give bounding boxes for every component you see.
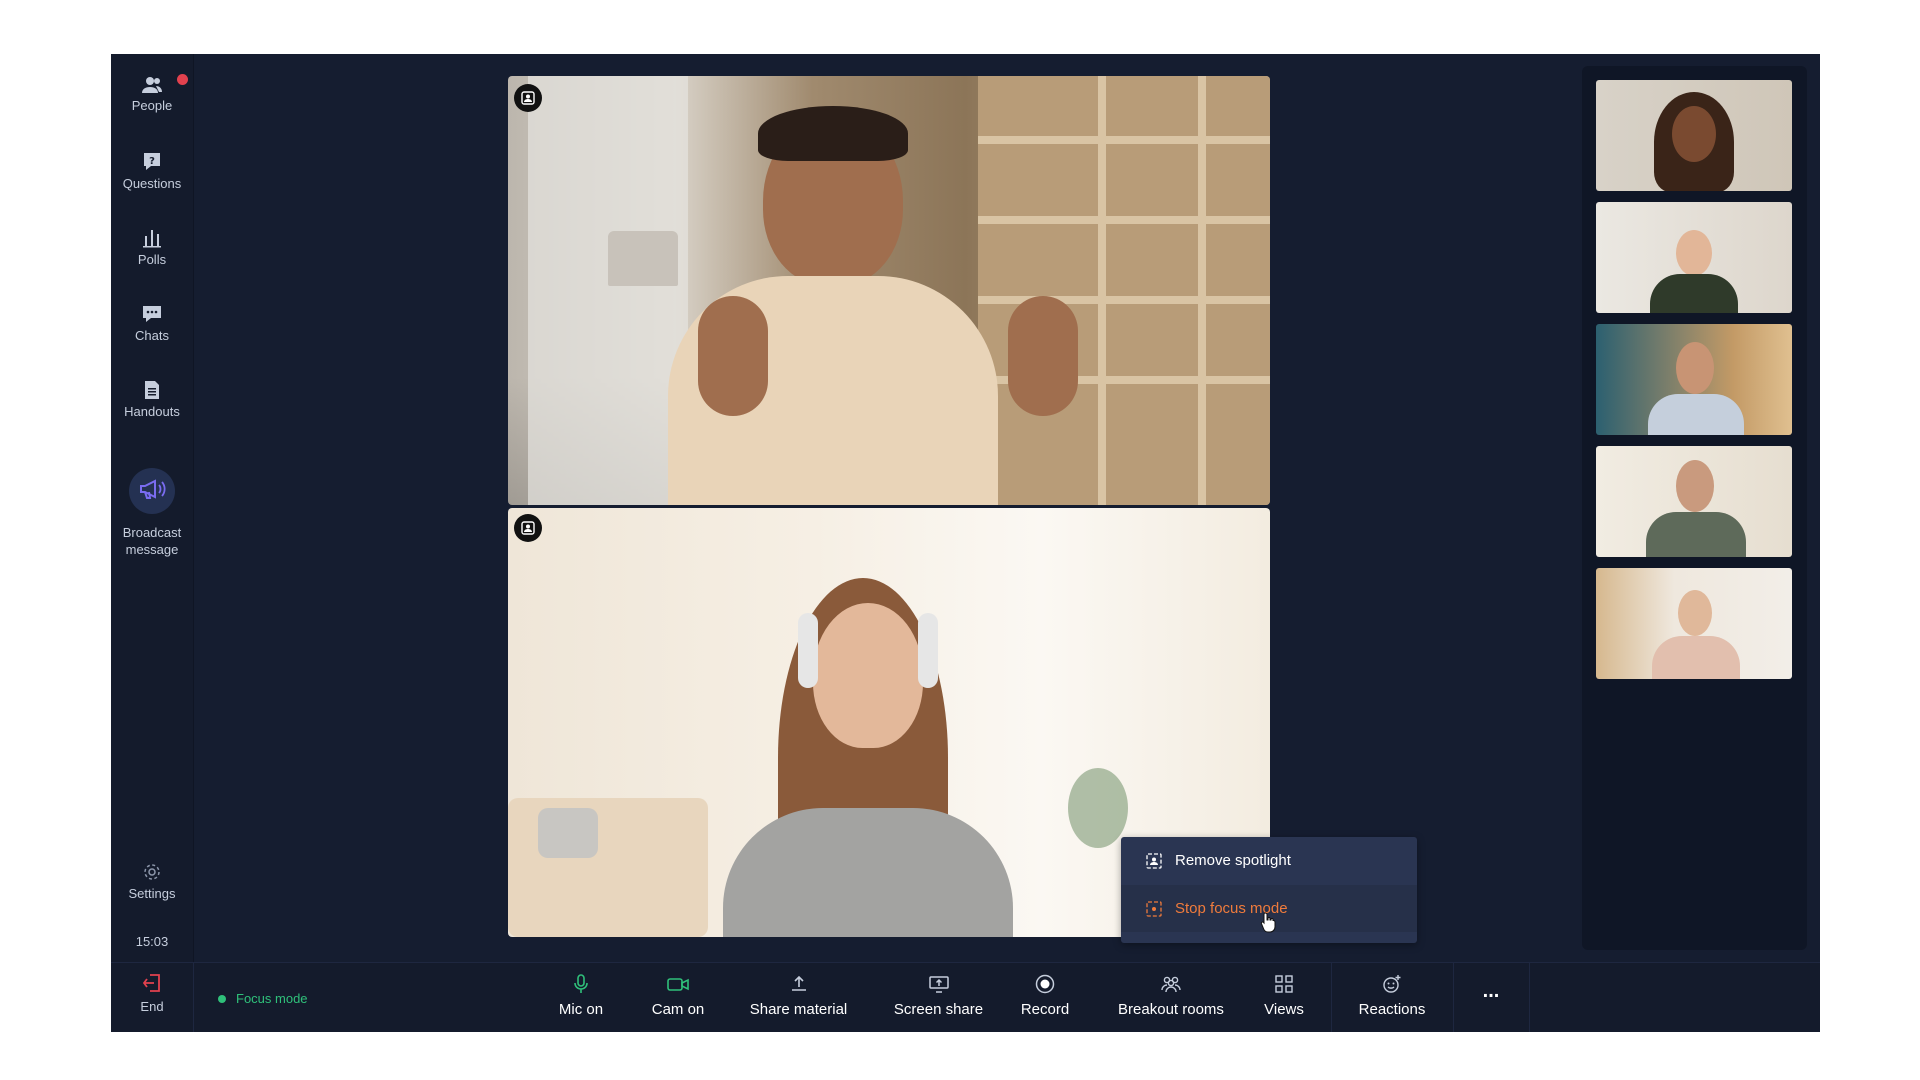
screen-share-button[interactable]: Screen share	[876, 963, 1001, 1032]
share-material-label: Share material	[749, 1001, 848, 1018]
spotlight-pin-icon[interactable]	[514, 514, 542, 542]
camera-button[interactable]: Cam on	[638, 963, 718, 1032]
record-label: Record	[1020, 1001, 1070, 1018]
sidebar: People ? Questions Polls Chats Handouts …	[111, 54, 194, 962]
participant-thumbnail[interactable]	[1596, 80, 1792, 191]
focus-icon	[1145, 900, 1163, 918]
record-icon	[1035, 974, 1055, 994]
spotlight-icon	[1145, 852, 1163, 870]
video-tile-speaker-1[interactable]	[508, 76, 1270, 505]
camera-icon	[667, 978, 689, 991]
chat-icon	[143, 306, 161, 322]
grid-icon	[1275, 975, 1293, 993]
exit-icon	[142, 974, 160, 992]
hand-cursor-icon	[1260, 912, 1276, 933]
participant-strip	[1582, 66, 1807, 950]
mic-button[interactable]: Mic on	[541, 963, 621, 1032]
poll-icon	[143, 230, 161, 248]
people-icon	[142, 77, 162, 93]
sidebar-item-chats[interactable]: Chats	[111, 304, 193, 343]
reactions-label: Reactions	[1358, 1001, 1426, 1018]
breakout-icon	[1161, 976, 1181, 993]
remove-spotlight-label: Remove spotlight	[1175, 852, 1291, 869]
stop-focus-mode-item[interactable]: Stop focus mode	[1121, 885, 1417, 933]
mic-label: Mic on	[558, 1001, 604, 1018]
sidebar-item-label: Chats	[135, 328, 169, 343]
end-label: End	[140, 999, 164, 1014]
toolbar-divider	[1331, 963, 1332, 1032]
document-icon	[145, 381, 159, 399]
sidebar-item-label: Questions	[122, 176, 182, 191]
views-button[interactable]: Views	[1249, 963, 1319, 1032]
participant-thumbnail[interactable]	[1596, 446, 1792, 557]
participant-thumbnail[interactable]	[1596, 202, 1792, 313]
mic-icon	[574, 974, 588, 993]
sidebar-item-label: Polls	[137, 252, 167, 267]
views-label: Views	[1264, 1001, 1304, 1018]
sidebar-item-label: Settings	[128, 886, 176, 901]
end-button[interactable]: End	[111, 963, 194, 1032]
sidebar-item-questions[interactable]: ? Questions	[111, 152, 193, 191]
reactions-button[interactable]: Reactions	[1337, 963, 1447, 1032]
sidebar-item-label: Handouts	[124, 404, 180, 419]
question-icon: ?	[144, 153, 160, 170]
breakout-rooms-button[interactable]: Breakout rooms	[1096, 963, 1246, 1032]
meeting-app: People ? Questions Polls Chats Handouts …	[111, 54, 1820, 1032]
screen-share-label: Screen share	[893, 1001, 984, 1018]
reactions-icon	[1383, 975, 1401, 993]
screen-share-icon	[928, 976, 949, 993]
camera-label: Cam on	[651, 1001, 705, 1018]
remove-spotlight-item[interactable]: Remove spotlight	[1121, 837, 1417, 884]
sidebar-item-people[interactable]: People	[111, 76, 193, 113]
record-button[interactable]: Record	[1005, 963, 1085, 1032]
sidebar-item-label: People	[131, 98, 173, 113]
more-options-button[interactable]: ...	[1461, 963, 1521, 1032]
sidebar-item-handouts[interactable]: Handouts	[111, 380, 193, 419]
sidebar-item-settings[interactable]: Settings	[111, 862, 193, 901]
more-options-icon: ...	[1482, 980, 1500, 1002]
toolbar-divider	[1529, 963, 1530, 1032]
spotlight-pin-icon[interactable]	[514, 84, 542, 112]
breakout-rooms-label: Breakout rooms	[1118, 1001, 1224, 1018]
svg-text:?: ?	[149, 156, 155, 167]
focus-mode-status: Focus mode	[218, 991, 308, 1006]
bottom-toolbar: End Focus mode Mic on Cam on Share mater…	[111, 962, 1820, 1032]
focus-mode-label: Focus mode	[236, 991, 308, 1006]
megaphone-icon	[140, 479, 166, 499]
gear-icon	[144, 864, 160, 880]
broadcast-button[interactable]	[129, 468, 175, 514]
share-material-button[interactable]: Share material	[731, 963, 866, 1032]
clock: 15:03	[135, 934, 169, 949]
share-icon	[791, 975, 806, 991]
status-dot	[218, 994, 226, 1003]
toolbar-divider	[1453, 963, 1454, 1032]
spotlight-context-menu: Remove spotlight Stop focus mode	[1121, 837, 1417, 943]
broadcast-label: Broadcast message	[122, 525, 182, 557]
participant-thumbnail[interactable]	[1596, 324, 1792, 435]
sidebar-item-broadcast[interactable]: Broadcast message	[111, 468, 193, 558]
sidebar-item-polls[interactable]: Polls	[111, 228, 193, 267]
participant-thumbnail[interactable]	[1596, 568, 1792, 679]
